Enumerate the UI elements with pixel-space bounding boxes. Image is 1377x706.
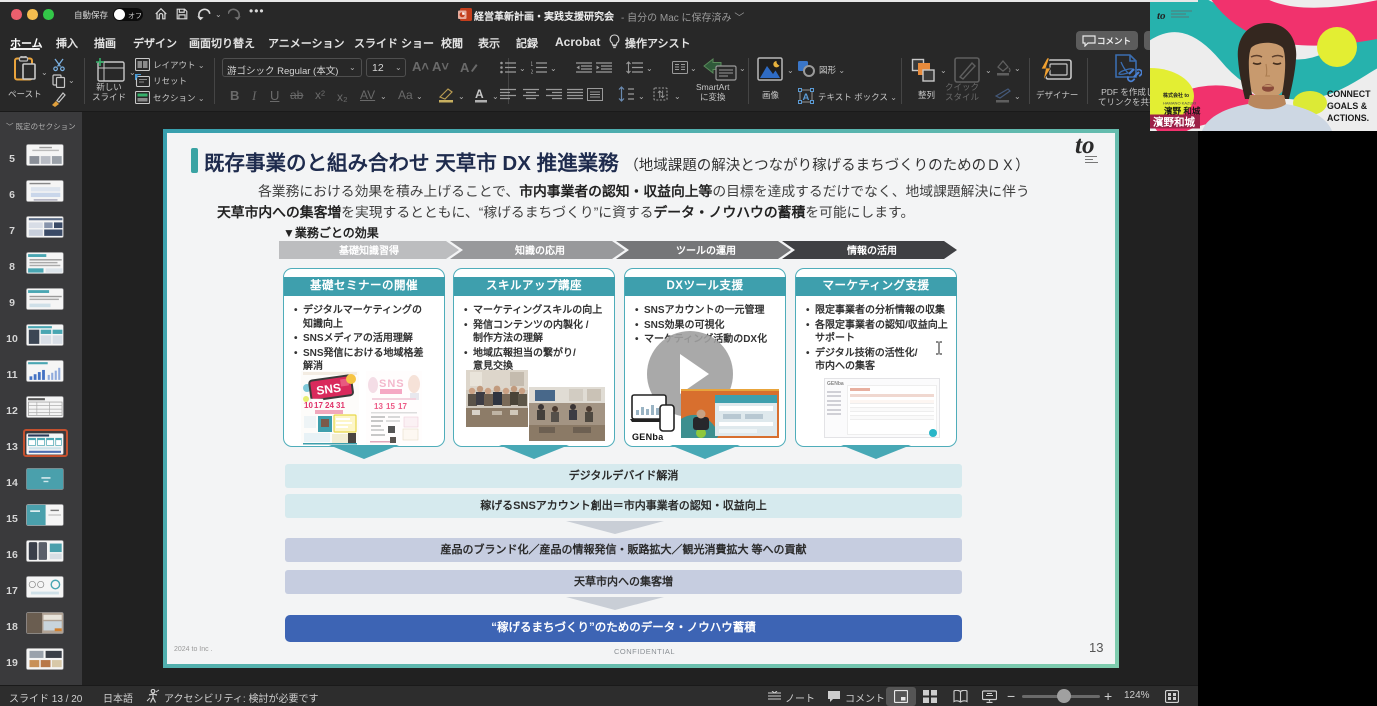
svg-text:15: 15	[386, 402, 395, 411]
svg-text:GOALS &: GOALS &	[1327, 101, 1368, 111]
svg-text:濱野和城: 濱野和城	[1153, 116, 1195, 129]
svg-text:ACTIONS.: ACTIONS.	[1327, 113, 1369, 123]
svg-text:17: 17	[398, 402, 407, 411]
svg-text:13: 13	[374, 402, 383, 411]
svg-text:17: 17	[314, 401, 323, 410]
svg-text:ツールの運用: ツールの運用	[676, 245, 736, 257]
svg-text:GENba: GENba	[632, 432, 664, 441]
svg-text:24: 24	[325, 401, 334, 410]
svg-text:知識の応用: 知識の応用	[514, 244, 565, 257]
svg-text:SNS: SNS	[379, 378, 405, 390]
svg-text:1: 1	[531, 62, 534, 68]
svg-text:基礎知識習得: 基礎知識習得	[338, 244, 399, 257]
svg-text:CONNECT: CONNECT	[1327, 89, 1371, 99]
svg-text:⇅: ⇅	[657, 90, 665, 101]
svg-text:株式会社 to: 株式会社 to	[1163, 92, 1189, 99]
svg-text:情報の活用: 情報の活用	[847, 244, 897, 257]
svg-text:2: 2	[531, 70, 534, 74]
svg-text:10: 10	[304, 401, 313, 410]
svg-text:HAMANO KAZUKI: HAMANO KAZUKI	[1163, 101, 1196, 106]
svg-text:A: A	[803, 92, 810, 103]
svg-text:A: A	[475, 87, 484, 101]
svg-text:to: to	[1157, 10, 1166, 22]
svg-text:A: A	[460, 60, 470, 75]
svg-text:31: 31	[336, 401, 345, 410]
